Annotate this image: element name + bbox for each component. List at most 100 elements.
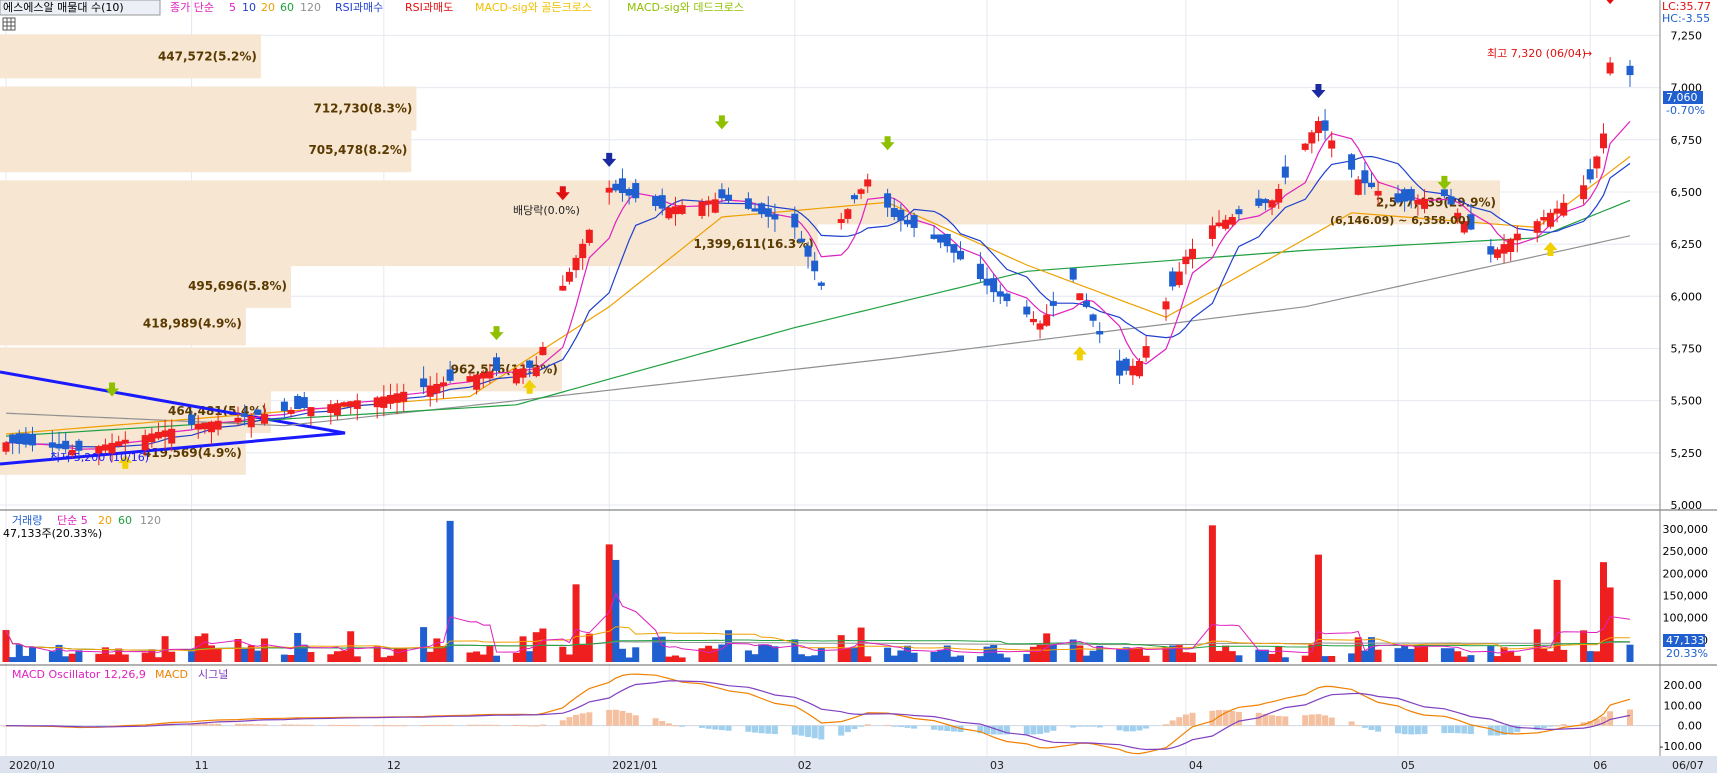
candle-body	[565, 271, 573, 282]
macd-oscillator-bar	[573, 714, 580, 726]
candle-body	[625, 189, 633, 196]
volume-bar	[1460, 656, 1468, 662]
volume-bar	[473, 651, 481, 662]
volume-bar	[1228, 651, 1236, 662]
volume-legend-ma60: 60	[118, 514, 132, 527]
volume-bar	[1275, 646, 1283, 662]
candle-body	[1308, 132, 1316, 144]
grid-toggle-icon[interactable]	[2, 17, 16, 31]
macd-oscillator-bar	[1547, 725, 1554, 727]
candle-body	[1175, 271, 1183, 286]
macd-oscillator-bar	[699, 725, 705, 728]
candle-body	[1268, 200, 1276, 208]
volume-bar	[572, 584, 580, 662]
legend-rsi-sell: RSI과매도	[405, 1, 453, 14]
volume-bar	[910, 652, 918, 662]
volume-bar	[234, 639, 242, 662]
candle-body	[1069, 268, 1077, 280]
candle-body	[1182, 256, 1190, 265]
candle-body	[744, 198, 752, 209]
volume-bar	[479, 654, 487, 662]
date-tick-label: 04	[1189, 759, 1203, 772]
macd-oscillator-bar	[752, 725, 759, 733]
macd-oscillator-bar	[851, 725, 858, 730]
candle-body	[884, 193, 892, 208]
macd-oscillator-bar	[1275, 715, 1282, 726]
macd-oscillator-bar	[1235, 711, 1242, 726]
candle-body	[62, 440, 70, 450]
candle-body	[1361, 170, 1369, 184]
candle-body	[1414, 199, 1422, 205]
candle-body	[850, 195, 858, 200]
candle-body	[168, 428, 176, 444]
macd-oscillator-bar	[771, 725, 778, 735]
legend-ma-label: 종가 단순	[170, 1, 214, 14]
volume-bar	[903, 645, 911, 662]
macd-oscillator-bar	[380, 725, 387, 727]
candle-body	[526, 360, 534, 368]
volume-bar	[771, 646, 779, 662]
macd-oscillator-bar	[1395, 725, 1401, 734]
candle-body	[347, 401, 355, 407]
candle-body	[141, 435, 149, 451]
candle-body	[327, 404, 335, 413]
candle-body	[287, 409, 295, 414]
macd-legend: MACD Oscillator 12,26,9 MACD 시그널	[12, 668, 228, 681]
macd-oscillator-bar	[1143, 725, 1150, 729]
volume-bar	[347, 631, 355, 662]
volume-profile-label: 447,572(5.2%)	[158, 49, 257, 63]
candle-body	[1586, 169, 1594, 180]
candle-body	[1440, 189, 1448, 197]
volume-bar	[618, 648, 626, 662]
macd-oscillator-bar	[440, 724, 447, 726]
macd-oscillator-bar	[307, 724, 314, 726]
candle-body	[154, 431, 162, 439]
candle-body	[1096, 330, 1104, 335]
candle-body	[493, 357, 501, 371]
candle-body	[1189, 248, 1197, 259]
volume-bar	[148, 649, 156, 662]
candle-body	[479, 373, 487, 379]
volume-bar	[1142, 655, 1150, 662]
volume-bar	[625, 657, 633, 662]
volume-bar	[433, 638, 441, 662]
volume-tick-label: 300,000	[1663, 523, 1709, 536]
macd-oscillator-bar	[533, 725, 540, 727]
volume-bar	[579, 644, 587, 662]
volume-bar	[850, 646, 858, 662]
macd-oscillator-bar	[725, 725, 732, 731]
volume-bar	[1189, 652, 1197, 662]
volume-bar	[1367, 637, 1375, 662]
volume-bar	[526, 651, 534, 662]
macd-oscillator-bar	[387, 725, 394, 727]
volume-bar	[1354, 637, 1362, 662]
volume-bar	[426, 651, 434, 662]
macd-oscillator-bar	[758, 725, 765, 734]
macd-oscillator-bar	[566, 717, 573, 726]
candle-body	[1162, 301, 1170, 310]
volume-bar	[1235, 655, 1243, 662]
volume-bar	[1606, 587, 1614, 662]
macd-oscillator-bar	[433, 724, 440, 726]
current-volume-pct: 20.33%	[1666, 647, 1708, 660]
candle-body	[188, 414, 196, 425]
macd-legend-macd: MACD	[155, 668, 188, 681]
macd-oscillator-bar	[798, 725, 805, 736]
macd-oscillator-bar	[1096, 725, 1103, 728]
volume-tick-label: 150,000	[1663, 589, 1709, 602]
price-tick-label: 5,000	[1671, 499, 1703, 512]
volume-bar	[353, 656, 361, 662]
macd-oscillator-bar	[1421, 725, 1428, 734]
volume-bar	[1440, 648, 1448, 662]
date-tick-label: 06	[1593, 759, 1607, 772]
volume-bar	[307, 652, 315, 662]
date-tick-label: 12	[387, 759, 401, 772]
candle-body	[1135, 361, 1143, 377]
volume-bar	[1182, 652, 1190, 662]
macd-oscillator-bar	[745, 725, 752, 732]
volume-bar	[950, 656, 958, 662]
macd-oscillator-bar	[1448, 725, 1455, 734]
macd-oscillator-bar	[791, 725, 798, 735]
macd-oscillator-bar	[1116, 725, 1123, 731]
macd-oscillator-bar	[301, 724, 308, 726]
